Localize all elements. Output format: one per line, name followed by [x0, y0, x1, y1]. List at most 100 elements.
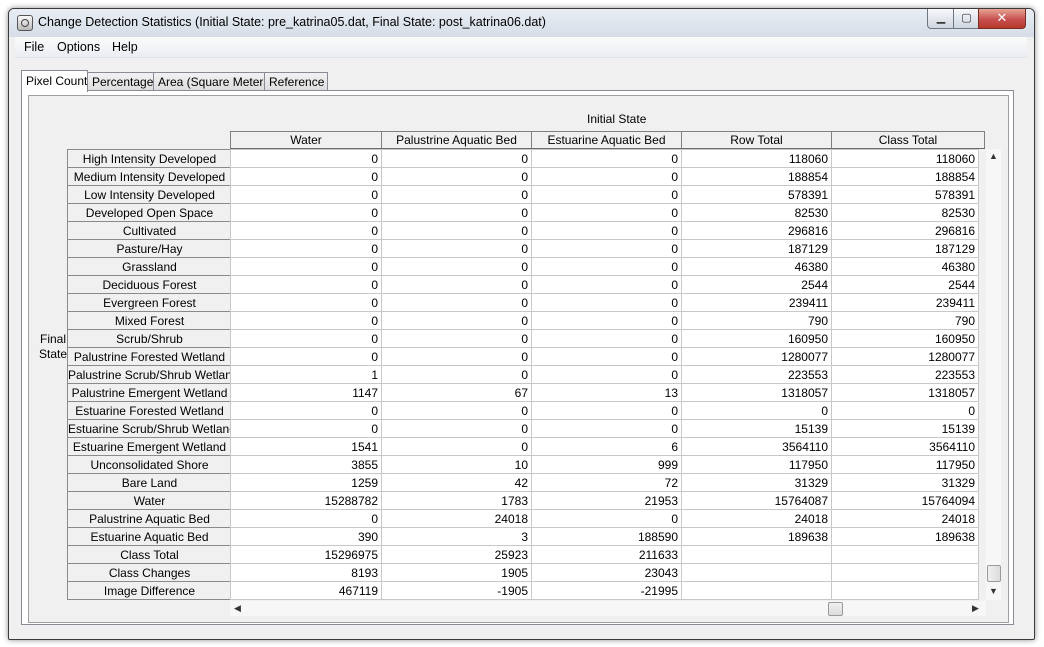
table-cell[interactable]: 0 [230, 239, 382, 258]
table-cell[interactable] [831, 581, 979, 600]
scroll-up-icon[interactable]: ▲ [986, 149, 1001, 164]
table-cell[interactable]: 0 [531, 365, 682, 384]
table-cell[interactable]: 0 [230, 203, 382, 222]
table-cell[interactable]: 82530 [681, 203, 832, 222]
title-bar[interactable]: Change Detection Statistics (Initial Sta… [9, 9, 1034, 37]
table-cell[interactable]: 0 [230, 347, 382, 366]
table-cell[interactable]: 8193 [230, 563, 382, 582]
row-label[interactable]: Palustrine Scrub/Shrub Wetland [67, 365, 232, 384]
table-cell[interactable]: 0 [681, 401, 832, 420]
table-cell[interactable]: 0 [381, 257, 532, 276]
table-cell[interactable]: 46380 [681, 257, 832, 276]
table-cell[interactable]: 0 [381, 275, 532, 294]
table-cell[interactable]: 578391 [831, 185, 979, 204]
row-label[interactable]: Estuarine Aquatic Bed [67, 527, 232, 546]
table-cell[interactable]: 10 [381, 455, 532, 474]
row-label[interactable]: Bare Land [67, 473, 232, 492]
table-cell[interactable]: 15139 [681, 419, 832, 438]
table-cell[interactable]: 0 [230, 293, 382, 312]
row-label[interactable]: Image Difference [67, 581, 232, 600]
table-cell[interactable]: 160950 [831, 329, 979, 348]
table-cell[interactable]: 0 [531, 293, 682, 312]
table-cell[interactable]: 0 [381, 167, 532, 186]
table-cell[interactable] [831, 563, 979, 582]
table-cell[interactable]: 0 [381, 347, 532, 366]
row-label[interactable]: Evergreen Forest [67, 293, 232, 312]
scroll-right-icon[interactable]: ▶ [968, 601, 983, 616]
table-cell[interactable]: 82530 [831, 203, 979, 222]
tab-percentage[interactable]: Percentage [87, 72, 154, 91]
table-cell[interactable]: 24018 [381, 509, 532, 528]
table-cell[interactable]: 31329 [681, 473, 832, 492]
menu-options[interactable]: Options [57, 40, 100, 54]
table-cell[interactable]: 0 [381, 329, 532, 348]
row-label[interactable]: Class Changes [67, 563, 232, 582]
table-cell[interactable]: 296816 [831, 221, 979, 240]
row-label[interactable]: Low Intensity Developed [67, 185, 232, 204]
table-cell[interactable]: 0 [381, 437, 532, 456]
table-cell[interactable]: 187129 [681, 239, 832, 258]
table-cell[interactable]: 0 [230, 221, 382, 240]
table-cell[interactable]: 188854 [681, 167, 832, 186]
row-label[interactable]: Mixed Forest [67, 311, 232, 330]
table-cell[interactable]: 1 [230, 365, 382, 384]
table-cell[interactable]: 0 [381, 365, 532, 384]
table-cell[interactable]: 2544 [831, 275, 979, 294]
table-cell[interactable]: 0 [381, 185, 532, 204]
row-label[interactable]: Palustrine Emergent Wetland [67, 383, 232, 402]
row-label[interactable]: Class Total [67, 545, 232, 564]
table-cell[interactable]: 3855 [230, 455, 382, 474]
table-cell[interactable] [831, 545, 979, 564]
table-cell[interactable]: 0 [531, 149, 682, 168]
table-cell[interactable]: 42 [381, 473, 532, 492]
table-cell[interactable]: 0 [531, 275, 682, 294]
table-cell[interactable]: 0 [230, 167, 382, 186]
table-cell[interactable]: 999 [531, 455, 682, 474]
table-cell[interactable]: 0 [531, 401, 682, 420]
tab-pixel-count[interactable]: Pixel Count [21, 70, 88, 92]
table-cell[interactable] [681, 545, 832, 564]
table-cell[interactable]: 3 [381, 527, 532, 546]
col-header-estuarine-aquatic-bed[interactable]: Estuarine Aquatic Bed [531, 131, 682, 149]
table-cell[interactable]: 0 [531, 419, 682, 438]
table-cell[interactable]: 1905 [381, 563, 532, 582]
table-cell[interactable]: 1318057 [831, 383, 979, 402]
table-cell[interactable]: 13 [531, 383, 682, 402]
table-cell[interactable]: 0 [230, 401, 382, 420]
table-cell[interactable]: 0 [531, 347, 682, 366]
table-cell[interactable]: 21953 [531, 491, 682, 510]
table-cell[interactable]: 239411 [681, 293, 832, 312]
table-cell[interactable]: 189638 [831, 527, 979, 546]
maximize-button[interactable]: ▢ [953, 9, 980, 29]
table-cell[interactable]: 67 [381, 383, 532, 402]
col-header-water[interactable]: Water [230, 131, 382, 149]
table-cell[interactable]: 24018 [681, 509, 832, 528]
table-cell[interactable]: 0 [531, 203, 682, 222]
table-cell[interactable]: 0 [381, 239, 532, 258]
row-label[interactable]: Cultivated [67, 221, 232, 240]
table-cell[interactable]: 1259 [230, 473, 382, 492]
table-cell[interactable]: 0 [230, 185, 382, 204]
table-cell[interactable]: 24018 [831, 509, 979, 528]
vertical-scrollbar[interactable]: ▲ ▼ [986, 149, 1001, 600]
table-cell[interactable]: 72 [531, 473, 682, 492]
table-cell[interactable]: 0 [381, 149, 532, 168]
col-header-class-total[interactable]: Class Total [831, 131, 985, 149]
table-cell[interactable]: 15139 [831, 419, 979, 438]
table-cell[interactable]: 790 [831, 311, 979, 330]
table-cell[interactable]: 239411 [831, 293, 979, 312]
vertical-scroll-thumb[interactable] [987, 565, 1001, 582]
row-label[interactable]: Medium Intensity Developed [67, 167, 232, 186]
table-cell[interactable]: 0 [531, 239, 682, 258]
table-cell[interactable]: 0 [531, 185, 682, 204]
table-cell[interactable] [681, 563, 832, 582]
table-cell[interactable]: 390 [230, 527, 382, 546]
table-cell[interactable]: 0 [230, 311, 382, 330]
table-cell[interactable]: 117950 [681, 455, 832, 474]
table-cell[interactable]: 296816 [681, 221, 832, 240]
table-cell[interactable]: 118060 [831, 149, 979, 168]
table-cell[interactable]: 0 [230, 419, 382, 438]
table-cell[interactable]: 15764087 [681, 491, 832, 510]
row-label[interactable]: Estuarine Emergent Wetland [67, 437, 232, 456]
table-cell[interactable]: 0 [831, 401, 979, 420]
